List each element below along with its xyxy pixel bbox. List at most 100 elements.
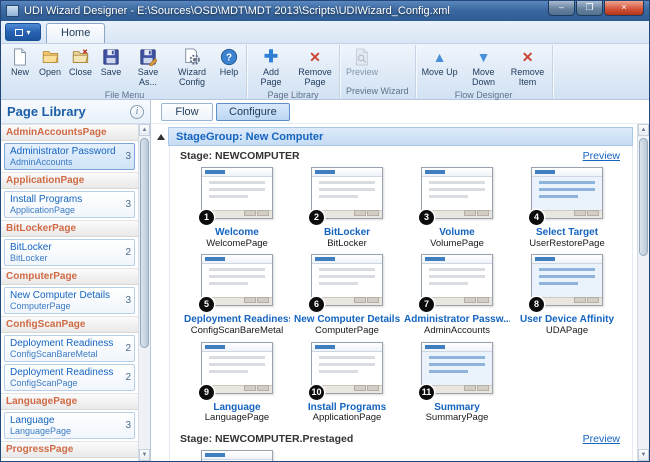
wizard-page-grid-partial bbox=[170, 448, 632, 461]
add-page-button[interactable]: ✚ Add Page bbox=[249, 45, 293, 89]
ribbon-group-label: Preview Wizard bbox=[342, 85, 413, 98]
item-count: 2 bbox=[120, 367, 131, 388]
wizard-page-card[interactable]: 1 Welcome WelcomePage bbox=[182, 167, 292, 249]
page-type-label: UserRestorePage bbox=[529, 239, 605, 250]
page-group-header[interactable]: LanguagePage bbox=[1, 393, 138, 410]
wizard-page-card[interactable]: 6 New Computer Details ComputerPage bbox=[292, 254, 402, 336]
wizard-page-card[interactable]: 7 Administrator Passw... AdminAccounts bbox=[402, 254, 512, 336]
page-number-badge: 3 bbox=[419, 210, 434, 225]
wizard-page-card[interactable]: 4 Select Target UserRestorePage bbox=[512, 167, 622, 249]
remove-item-button[interactable]: ✕ Remove Item bbox=[506, 45, 550, 89]
page-title-link[interactable]: Select Target bbox=[536, 227, 598, 239]
ribbon-tab-row: ▾ Home bbox=[1, 21, 649, 44]
page-thumbnail: 9 bbox=[201, 342, 273, 394]
main-scroll-thumb[interactable] bbox=[639, 138, 648, 256]
page-type-label: LanguagePage bbox=[205, 413, 269, 424]
remove-item-x-icon: ✕ bbox=[517, 47, 538, 67]
item-title: Language bbox=[10, 415, 120, 426]
wizard-config-button[interactable]: Wizard Config bbox=[170, 45, 214, 89]
item-count: 2 bbox=[120, 338, 131, 359]
help-button[interactable]: ? Help bbox=[214, 45, 244, 79]
page-number-badge: 10 bbox=[309, 385, 324, 400]
page-number-badge: 5 bbox=[199, 297, 214, 312]
page-thumbnail: 8 bbox=[531, 254, 603, 306]
page-library-item[interactable]: Install Programs ApplicationPage 3 bbox=[4, 191, 135, 218]
wizard-page-card[interactable]: 11 Summary SummaryPage bbox=[402, 342, 512, 424]
ribbon-button-label: Move Up bbox=[422, 68, 458, 78]
page-number-badge: 4 bbox=[529, 210, 544, 225]
page-library-item[interactable]: Deployment Readiness ConfigScanBareMetal… bbox=[4, 335, 135, 362]
ribbon-group-file-menu: New Open Close bbox=[3, 45, 247, 98]
wizard-page-card[interactable]: 5 Deployment Readiness ConfigScanBareMet… bbox=[182, 254, 292, 336]
item-subtitle: ComputerPage bbox=[10, 301, 120, 311]
sidebar-scroll-track[interactable] bbox=[139, 136, 150, 449]
tab-flow[interactable]: Flow bbox=[161, 103, 213, 121]
scroll-up-icon[interactable]: ▲ bbox=[139, 124, 150, 136]
save-button[interactable]: Save bbox=[96, 45, 126, 79]
save-as-button[interactable]: Save As... bbox=[126, 45, 170, 89]
wizard-page-card[interactable]: 10 Install Programs ApplicationPage bbox=[292, 342, 402, 424]
page-title-link[interactable]: Welcome bbox=[215, 227, 259, 239]
wizard-page-card[interactable] bbox=[182, 450, 292, 461]
ribbon-tab-home[interactable]: Home bbox=[46, 23, 105, 43]
remove-page-button[interactable]: ✕ Remove Page bbox=[293, 45, 337, 89]
page-library-item[interactable]: BitLocker BitLocker 2 bbox=[4, 239, 135, 266]
wizard-page-card[interactable]: 9 Language LanguagePage bbox=[182, 342, 292, 424]
wizard-page-card[interactable]: 3 Volume VolumePage bbox=[402, 167, 512, 249]
ribbon-button-label: Remove Item bbox=[510, 68, 546, 88]
page-group-header[interactable]: BitLockerPage bbox=[1, 220, 138, 237]
window-controls: – ❐ × bbox=[547, 1, 644, 16]
title-bar[interactable]: UDI Wizard Designer - E:\Sources\OSD\MDT… bbox=[1, 1, 649, 21]
page-thumbnail: 6 bbox=[311, 254, 383, 306]
wizard-page-card[interactable]: 8 User Device Affinity UDAPage bbox=[512, 254, 622, 336]
page-library-item[interactable]: New Computer Details ComputerPage 3 bbox=[4, 287, 135, 314]
open-button[interactable]: Open bbox=[35, 45, 65, 79]
scroll-down-icon[interactable]: ▼ bbox=[139, 449, 150, 461]
stage-group-header[interactable]: StageGroup: New Computer bbox=[168, 127, 633, 146]
scroll-up-icon[interactable]: ▲ bbox=[638, 124, 649, 136]
page-number-badge: 11 bbox=[419, 385, 434, 400]
info-icon[interactable]: i bbox=[130, 105, 144, 119]
sidebar-scroll-thumb[interactable] bbox=[140, 138, 149, 348]
ribbon-button-label: Save As... bbox=[130, 68, 166, 88]
application-menu-button[interactable]: ▾ bbox=[5, 23, 41, 41]
move-up-button[interactable]: ▲ Move Up bbox=[418, 45, 462, 79]
page-library-item[interactable]: Language LanguagePage 3 bbox=[4, 412, 135, 439]
page-library-sidebar: Page Library i AdminAccountsPage Adminis… bbox=[1, 100, 151, 461]
page-group-header[interactable]: ProgressPage bbox=[1, 441, 138, 458]
item-title: Install Programs bbox=[10, 194, 120, 205]
svg-text:?: ? bbox=[226, 53, 232, 64]
tab-configure[interactable]: Configure bbox=[216, 103, 290, 121]
maximize-button-icon[interactable]: ❐ bbox=[576, 1, 603, 16]
page-group-header[interactable]: ApplicationPage bbox=[1, 172, 138, 189]
page-group-header[interactable]: AdminAccountsPage bbox=[1, 124, 138, 141]
page-thumbnail: 10 bbox=[311, 342, 383, 394]
page-type-label: ComputerPage bbox=[315, 326, 379, 337]
main-scroll-track[interactable] bbox=[638, 136, 649, 449]
stage-preview-link[interactable]: Preview bbox=[583, 150, 620, 162]
page-title-link[interactable]: Volume bbox=[439, 227, 474, 239]
preview-button[interactable]: Preview bbox=[342, 45, 382, 79]
page-thumbnail-image bbox=[201, 342, 273, 394]
item-subtitle: BitLocker bbox=[10, 253, 120, 263]
main-scrollbar[interactable]: ▲ ▼ bbox=[637, 124, 649, 461]
window-title: UDI Wizard Designer - E:\Sources\OSD\MDT… bbox=[24, 5, 450, 17]
collapse-expander-icon[interactable] bbox=[157, 134, 165, 140]
close-button-icon[interactable]: × bbox=[604, 1, 644, 16]
page-library-item[interactable]: Administrator Password AdminAccounts 3 bbox=[4, 143, 135, 170]
scroll-down-icon[interactable]: ▼ bbox=[638, 449, 649, 461]
page-group-header[interactable]: ConfigScanPage bbox=[1, 316, 138, 333]
move-down-button[interactable]: ▼ Move Down bbox=[462, 45, 506, 89]
item-title: BitLocker bbox=[10, 242, 120, 253]
page-library-item[interactable]: Deployment Readiness ConfigScanPage 2 bbox=[4, 364, 135, 391]
page-group-header[interactable]: ComputerPage bbox=[1, 268, 138, 285]
new-button[interactable]: New bbox=[5, 45, 35, 79]
minimize-button-icon[interactable]: – bbox=[548, 1, 575, 16]
wizard-page-card[interactable]: 2 BitLocker BitLocker bbox=[292, 167, 402, 249]
sidebar-scrollbar[interactable]: ▲ ▼ bbox=[138, 124, 150, 461]
page-title-link[interactable]: BitLocker bbox=[324, 227, 370, 239]
wizard-config-gear-icon bbox=[182, 47, 203, 67]
stage-preview-link[interactable]: Preview bbox=[583, 433, 620, 445]
close-file-button[interactable]: Close bbox=[65, 45, 96, 79]
item-count: 3 bbox=[120, 146, 131, 167]
